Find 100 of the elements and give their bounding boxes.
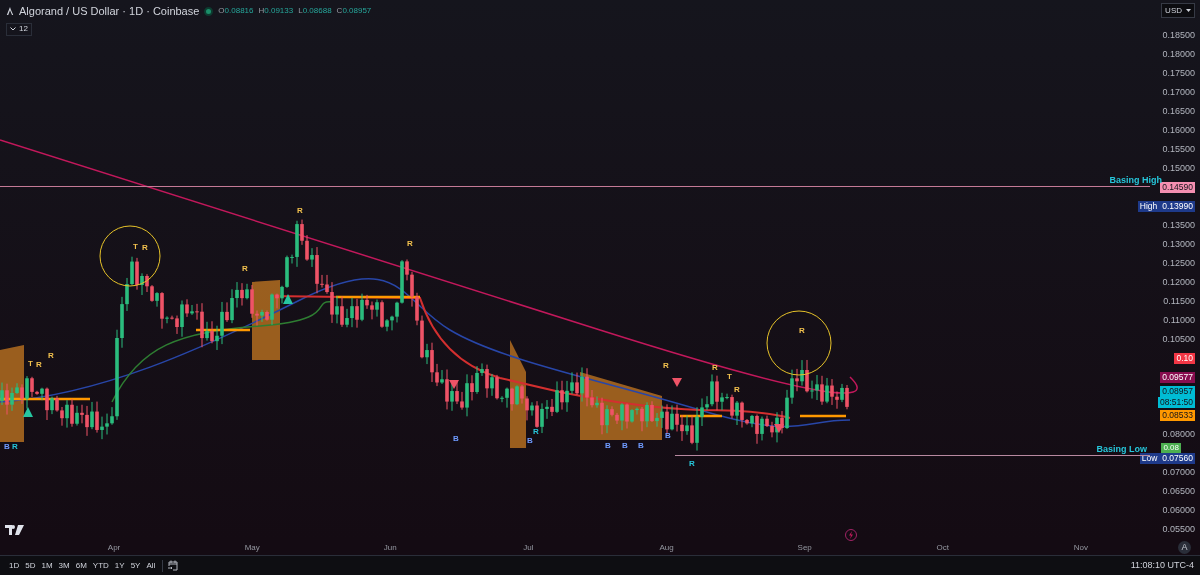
signal-letter: R — [242, 264, 248, 273]
price-tick: 0.18500 — [1162, 28, 1195, 42]
auto-scale-button[interactable]: A — [1178, 541, 1191, 554]
signal-letter: B — [665, 431, 671, 440]
tag-value: 0.08533 — [1162, 410, 1193, 421]
signal-letter: B — [4, 442, 10, 451]
range-button[interactable]: 6M — [72, 559, 90, 572]
signal-letter: R — [734, 385, 740, 394]
price-tick: 0.07000 — [1162, 465, 1195, 479]
price-tick: 0.17000 — [1162, 85, 1195, 99]
tag-value: 0.08957 — [1162, 385, 1193, 397]
signal-letter: T — [28, 359, 33, 368]
signal-letter: B — [622, 441, 628, 450]
ohlc-label: O — [218, 5, 225, 18]
ohlc-value: 0.08688 — [302, 5, 332, 18]
price-tick: 0.17500 — [1162, 66, 1195, 80]
up-triangle-icon — [283, 294, 293, 304]
signal-letter: B — [605, 441, 611, 450]
price-tick: 0.18000 — [1162, 47, 1195, 61]
price-tick: 0.11500 — [1163, 294, 1195, 308]
tag-value: 0.13990 — [1162, 201, 1193, 212]
ohlc-value: 0.08957 — [342, 5, 372, 18]
coin-logo-icon — [6, 7, 14, 16]
signal-letter: R — [663, 361, 669, 370]
signal-letter: R — [142, 243, 148, 252]
tradingview-logo-icon — [5, 525, 24, 535]
price-tick: 0.06000 — [1162, 503, 1195, 517]
signal-letter: R — [799, 326, 805, 335]
price-tick: 0.12000 — [1162, 275, 1195, 289]
time-label: Jun — [382, 541, 398, 554]
range-button[interactable]: YTD — [89, 559, 112, 572]
price-tag: 0.08 — [1161, 443, 1181, 453]
range-button[interactable]: 1Y — [111, 559, 128, 572]
clock-text: 11:08:10 UTC-4 — [1130, 558, 1194, 572]
price-tick: 0.15500 — [1162, 142, 1195, 156]
signal-letter: R — [36, 360, 42, 369]
time-label: Nov — [1072, 541, 1090, 554]
level-label: Basing Low — [1096, 443, 1147, 456]
price-tick: 0.13000 — [1162, 237, 1195, 251]
tag-label: Low — [1141, 453, 1158, 464]
ohlc-value: 0.08816 — [224, 5, 254, 18]
signal-letter: B — [527, 436, 533, 445]
ohlc-label: H — [258, 5, 265, 18]
range-button[interactable]: 5D — [22, 559, 39, 572]
signal-letter: R — [533, 427, 539, 436]
range-button[interactable]: 3M — [55, 559, 73, 572]
ohlc-label: C — [336, 5, 343, 18]
highlight-circle — [99, 225, 161, 287]
price-tick: 0.15000 — [1162, 161, 1195, 175]
countdown-tag: 08:51:50 — [1157, 396, 1195, 408]
price-tick: 0.08000 — [1162, 427, 1195, 441]
down-triangle-icon — [449, 380, 459, 389]
level-segment — [196, 328, 250, 332]
lightning-icon — [845, 529, 857, 541]
signal-letter: R — [297, 206, 303, 215]
time-label: May — [243, 541, 261, 554]
ohlc-value: 0.09133 — [264, 5, 294, 18]
price-tick: 0.06500 — [1162, 484, 1195, 498]
price-tick: 0.16000 — [1162, 123, 1195, 137]
price-tick: 0.11000 — [1163, 313, 1195, 327]
signal-letter: R — [712, 363, 718, 372]
calendar-icon[interactable] — [167, 560, 180, 571]
tag-value: 0.10 — [1176, 353, 1193, 364]
highlight-circle — [766, 310, 832, 376]
signal-letter: R — [407, 239, 413, 248]
ohlc-label: L — [298, 5, 303, 18]
price-tick: 0.16500 — [1162, 104, 1195, 118]
signal-letter: T — [133, 242, 138, 251]
down-triangle-icon — [672, 378, 682, 387]
time-label: Aug — [658, 541, 675, 554]
range-button[interactable]: 5Y — [127, 559, 144, 572]
time-label: Apr — [106, 541, 122, 554]
signal-letter: T — [727, 372, 732, 381]
price-tick: 0.13500 — [1162, 218, 1195, 232]
level-label: Basing High — [1109, 174, 1162, 186]
price-tick: 0.12500 — [1162, 256, 1195, 270]
range-button[interactable]: 1M — [38, 559, 56, 572]
range-button[interactable]: All — [143, 559, 159, 572]
time-label: Sep — [796, 541, 813, 554]
price-tick: 0.10500 — [1162, 332, 1195, 346]
level-segment — [800, 414, 846, 418]
down-triangle-icon — [774, 424, 784, 433]
signal-letter: B — [638, 441, 644, 450]
signal-letter: R — [689, 459, 695, 468]
symbol-title: Algorand / US Dollar · 1D · Coinbase — [19, 4, 200, 19]
signal-letter: B — [453, 434, 459, 443]
caret-icon — [1186, 9, 1191, 12]
tag-value: 0.07560 — [1162, 453, 1193, 464]
time-label: Oct — [935, 541, 951, 554]
currency-dropdown[interactable]: USD — [1161, 3, 1195, 18]
range-button[interactable]: 1D — [6, 559, 23, 572]
signal-letter: R — [48, 351, 54, 360]
level-segment — [680, 414, 722, 418]
price-tick: 0.05500 — [1162, 522, 1195, 536]
tag-value: 0.14590 — [1162, 182, 1193, 193]
signal-letter: R — [12, 442, 18, 451]
time-label: Jul — [522, 541, 535, 554]
indicators-toggle[interactable]: 12 — [6, 22, 32, 36]
up-triangle-icon — [23, 407, 33, 417]
tag-label: High — [1139, 201, 1158, 212]
